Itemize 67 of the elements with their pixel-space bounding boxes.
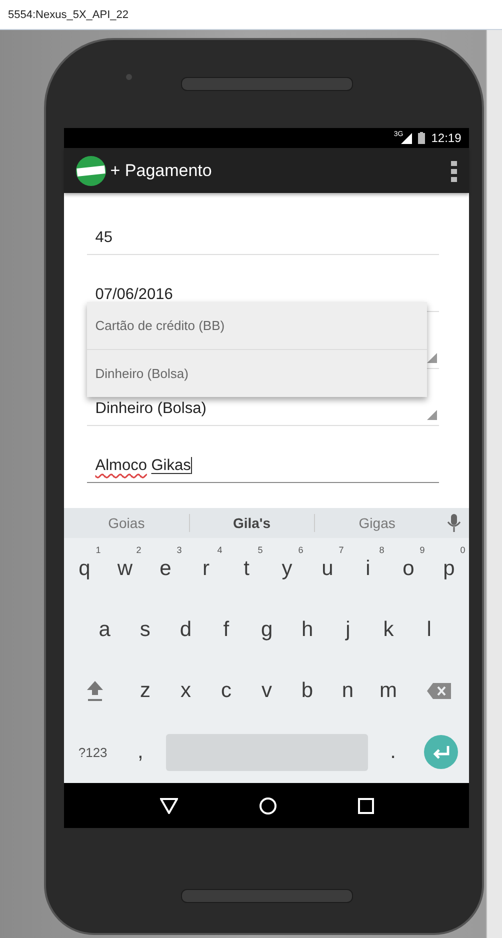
- keyboard-key[interactable]: n: [328, 660, 368, 722]
- keyboard-key[interactable]: d: [165, 599, 206, 660]
- suggestion[interactable]: Gigas: [314, 515, 440, 531]
- keyboard-key[interactable]: c: [206, 660, 246, 722]
- logo-icon: [76, 156, 106, 186]
- dropdown-value: Dinheiro (Bolsa): [95, 400, 206, 418]
- keyboard-key[interactable]: x: [166, 660, 206, 722]
- home-icon[interactable]: [258, 796, 277, 814]
- camera-icon: [126, 74, 132, 80]
- recents-icon[interactable]: [358, 798, 374, 814]
- keyboard-key[interactable]: j: [328, 599, 368, 660]
- suggestion[interactable]: Goias: [64, 515, 189, 531]
- keyboard-key[interactable]: w 2: [104, 538, 146, 600]
- keyboard-key[interactable]: u 7: [307, 538, 348, 600]
- shift-icon: [86, 680, 104, 702]
- field-value: 07/06/2016: [95, 286, 173, 304]
- field-value: 45: [95, 229, 112, 247]
- keyboard-key[interactable]: a: [84, 599, 125, 660]
- keyboard-key[interactable]: k: [368, 599, 409, 660]
- key-hint: 1: [96, 545, 101, 555]
- battery-icon: [418, 132, 426, 144]
- text-field[interactable]: Almoco Gikas: [87, 443, 440, 483]
- clock: 12:19: [431, 131, 462, 145]
- key-hint: 6: [298, 545, 304, 555]
- key-hint: 2: [136, 545, 142, 555]
- keyboard-key[interactable]: s: [124, 599, 166, 660]
- enter-icon: [424, 735, 458, 770]
- backspace-icon: [426, 683, 451, 700]
- keyboard-key[interactable]: v: [246, 660, 287, 722]
- symbols-key[interactable]: ?123: [64, 722, 122, 783]
- key-hint: 8: [379, 545, 384, 555]
- keyboard-key[interactable]: i 8: [348, 538, 388, 600]
- keyboard-key[interactable]: t 5: [226, 538, 267, 600]
- keyboard-key[interactable]: b: [287, 660, 328, 722]
- keyboard-key[interactable]: r 4: [186, 538, 226, 600]
- key-hint: 5: [258, 545, 263, 555]
- keyboard-key[interactable]: l: [408, 599, 450, 660]
- key-hint: 0: [460, 545, 466, 555]
- keyboard-key[interactable]: z: [125, 660, 166, 722]
- signal-icon: [401, 132, 412, 144]
- overflow-menu-icon[interactable]: [451, 160, 458, 182]
- field-value: Almoco Gikas: [95, 457, 192, 475]
- keyboard-key[interactable]: o 9: [388, 538, 429, 600]
- keyboard-key[interactable]: m: [368, 660, 408, 722]
- app-title: + Pagamento: [110, 160, 213, 180]
- keyboard-key[interactable]: h: [287, 599, 328, 660]
- dropdown-arrow-icon: [427, 353, 438, 363]
- keyboard-key[interactable]: ,: [121, 722, 160, 783]
- window-title: 5554:Nexus_5X_API_22: [8, 8, 128, 20]
- symbols-label: ?123: [78, 744, 108, 760]
- key-hint: 4: [217, 545, 222, 555]
- keyboard-key[interactable]: y 6: [266, 538, 308, 600]
- key-hint: 3: [176, 545, 182, 555]
- keyboard-key[interactable]: e 3: [145, 538, 186, 600]
- dropdown-option[interactable]: Cartão de crédito (BB): [87, 302, 428, 350]
- keyboard-key[interactable]: q 1: [64, 538, 105, 600]
- key-hint: 9: [420, 545, 425, 555]
- keyboard-key[interactable]: g: [246, 599, 288, 660]
- keyboard-key[interactable]: .: [374, 722, 412, 783]
- keyboard-key[interactable]: p 0: [428, 538, 470, 600]
- dropdown-arrow-icon: [427, 410, 438, 420]
- keyboard-key[interactable]: f: [206, 599, 246, 660]
- suggestion[interactable]: Gila's: [190, 515, 314, 531]
- dropdown-field[interactable]: Dinheiro (Bolsa): [87, 386, 440, 426]
- back-icon[interactable]: [160, 798, 178, 814]
- text-field[interactable]: 45: [87, 215, 440, 255]
- key-hint: 7: [338, 545, 344, 555]
